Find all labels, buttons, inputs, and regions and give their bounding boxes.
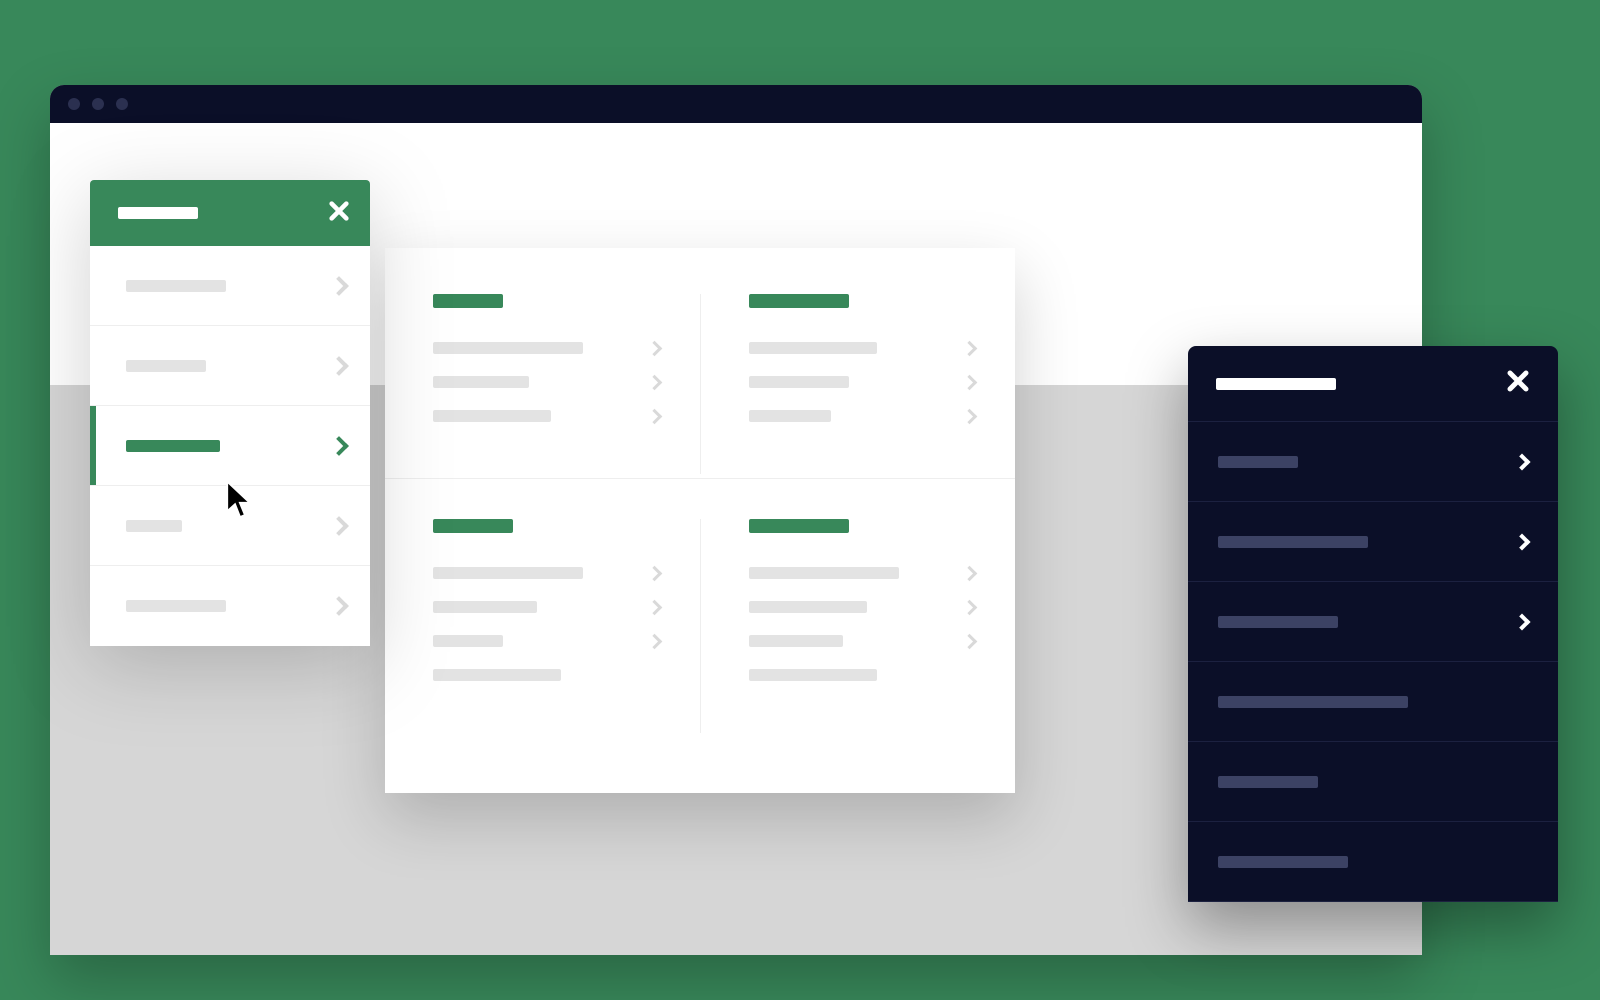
mega-item-label: [749, 342, 877, 354]
nav-item-label: [126, 280, 226, 292]
mobile-nav-drawer: [1188, 346, 1558, 902]
traffic-light-close-icon[interactable]: [68, 98, 80, 110]
mega-menu-item[interactable]: [433, 567, 660, 579]
chevron-right-icon: [646, 408, 662, 424]
mobile-nav-item[interactable]: [1188, 582, 1558, 662]
mega-item-label: [433, 635, 503, 647]
primary-nav-title: [118, 207, 198, 219]
cursor-icon: [225, 480, 255, 525]
mega-menu-item[interactable]: [433, 342, 660, 354]
mega-menu-item[interactable]: [749, 342, 976, 354]
mega-menu-group: [385, 519, 701, 733]
chevron-right-icon: [329, 516, 349, 536]
mega-menu-item[interactable]: [749, 410, 976, 422]
mega-item-label: [433, 567, 583, 579]
mega-group-heading: [749, 294, 849, 308]
mega-item-label: [433, 342, 583, 354]
window-title-bar: [50, 85, 1422, 123]
mega-item-label: [749, 635, 843, 647]
mega-menu-item[interactable]: [749, 669, 976, 681]
mega-item-label: [433, 669, 561, 681]
traffic-light-zoom-icon[interactable]: [116, 98, 128, 110]
mobile-item-label: [1218, 696, 1408, 708]
mega-menu-group: [701, 519, 1016, 733]
chevron-right-icon: [646, 633, 662, 649]
mobile-item-label: [1218, 616, 1338, 628]
mobile-nav-item[interactable]: [1188, 662, 1558, 742]
mega-menu-item[interactable]: [433, 410, 660, 422]
primary-nav-item[interactable]: [90, 566, 370, 646]
mobile-item-label: [1218, 536, 1368, 548]
chevron-right-icon: [962, 599, 978, 615]
primary-nav-dropdown: [90, 180, 370, 646]
mega-menu-item[interactable]: [433, 669, 660, 681]
chevron-right-icon: [646, 599, 662, 615]
mega-item-label: [749, 567, 899, 579]
mobile-nav-item[interactable]: [1188, 502, 1558, 582]
chevron-right-icon: [1514, 533, 1531, 550]
chevron-right-icon: [329, 276, 349, 296]
mega-menu-group: [701, 294, 1016, 474]
mobile-nav-title: [1216, 378, 1336, 390]
mobile-nav-item[interactable]: [1188, 822, 1558, 902]
mobile-item-label: [1218, 776, 1318, 788]
chevron-right-icon: [962, 340, 978, 356]
mobile-item-label: [1218, 456, 1298, 468]
nav-item-label: [126, 520, 182, 532]
mega-item-label: [433, 410, 551, 422]
primary-nav-item[interactable]: [90, 246, 370, 326]
chevron-right-icon: [1514, 453, 1531, 470]
mega-item-label: [749, 376, 849, 388]
nav-item-label: [126, 600, 226, 612]
mega-menu-item[interactable]: [749, 567, 976, 579]
primary-nav-list: [90, 246, 370, 646]
primary-nav-header: [90, 180, 370, 246]
mega-menu-item[interactable]: [433, 376, 660, 388]
mega-group-heading: [749, 519, 849, 533]
chevron-right-icon: [646, 340, 662, 356]
chevron-right-icon: [646, 565, 662, 581]
chevron-right-icon: [962, 633, 978, 649]
mega-group-heading: [433, 294, 503, 308]
mega-menu-group: [385, 294, 701, 474]
mega-item-label: [433, 376, 529, 388]
traffic-light-min-icon[interactable]: [92, 98, 104, 110]
chevron-right-icon: [329, 596, 349, 616]
chevron-right-icon: [329, 356, 349, 376]
mega-menu-item[interactable]: [433, 635, 660, 647]
mega-item-label: [749, 669, 877, 681]
mega-menu-item[interactable]: [749, 376, 976, 388]
chevron-right-icon: [962, 374, 978, 390]
mobile-nav-item[interactable]: [1188, 422, 1558, 502]
mega-menu-item[interactable]: [749, 601, 976, 613]
mobile-nav-header: [1188, 346, 1558, 422]
mega-menu-panel: [385, 248, 1015, 793]
nav-item-label: [126, 440, 220, 452]
nav-item-label: [126, 360, 206, 372]
chevron-right-icon: [1514, 613, 1531, 630]
primary-nav-item[interactable]: [90, 326, 370, 406]
mobile-item-label: [1218, 856, 1348, 868]
chevron-right-icon: [962, 565, 978, 581]
mega-menu-item[interactable]: [433, 601, 660, 613]
primary-nav-item-active[interactable]: [90, 406, 370, 486]
chevron-right-icon: [329, 436, 349, 456]
mega-item-label: [433, 601, 537, 613]
mega-group-heading: [433, 519, 513, 533]
mega-item-label: [749, 410, 831, 422]
mega-item-label: [749, 601, 867, 613]
close-icon[interactable]: [1506, 369, 1530, 398]
mega-menu-item[interactable]: [749, 635, 976, 647]
chevron-right-icon: [962, 408, 978, 424]
mobile-nav-item[interactable]: [1188, 742, 1558, 822]
close-icon[interactable]: [328, 200, 350, 227]
chevron-right-icon: [646, 374, 662, 390]
